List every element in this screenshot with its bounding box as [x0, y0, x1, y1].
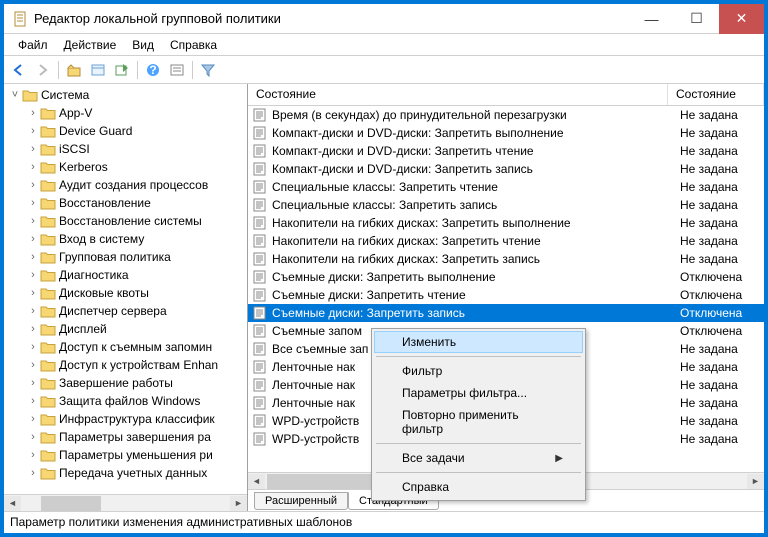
- options-button[interactable]: [166, 59, 188, 81]
- list-row[interactable]: Накопители на гибких дисках: Запретить з…: [248, 250, 764, 268]
- export-button[interactable]: [111, 59, 133, 81]
- window-title: Редактор локальной групповой политики: [34, 11, 629, 26]
- tree-hscrollbar[interactable]: ◄►: [4, 494, 247, 511]
- tree-item[interactable]: ›iSCSI: [4, 140, 247, 158]
- tree-item[interactable]: ›Device Guard: [4, 122, 247, 140]
- tree-root[interactable]: ˅Система: [4, 86, 247, 104]
- list-row[interactable]: Специальные классы: Запретить чтениеНе з…: [248, 178, 764, 196]
- list-row[interactable]: Съемные диски: Запретить выполнениеОтклю…: [248, 268, 764, 286]
- tree-item[interactable]: ›Вход в систему: [4, 230, 247, 248]
- menu-separator: [376, 443, 581, 444]
- forward-button[interactable]: [32, 59, 54, 81]
- menu-file[interactable]: Файл: [10, 35, 56, 55]
- tree-panel: ˅Система›App-V›Device Guard›iSCSI›Kerber…: [4, 84, 248, 511]
- context-menu: Изменить ФильтрПараметры фильтра...Повтор…: [371, 328, 586, 501]
- tree-item[interactable]: ›Параметры уменьшения ри: [4, 446, 247, 464]
- tree-item[interactable]: ›Аудит создания процессов: [4, 176, 247, 194]
- tab-extended[interactable]: Расширенный: [254, 492, 348, 510]
- context-menu-item: Повторно применить фильтр: [374, 404, 583, 440]
- statusbar: Параметр политики изменения администрати…: [4, 511, 764, 533]
- tree[interactable]: ˅Система›App-V›Device Guard›iSCSI›Kerber…: [4, 84, 247, 494]
- list-row[interactable]: Специальные классы: Запретить записьНе з…: [248, 196, 764, 214]
- back-button[interactable]: [8, 59, 30, 81]
- list-row[interactable]: Накопители на гибких дисках: Запретить в…: [248, 214, 764, 232]
- tree-item[interactable]: ›Дисплей: [4, 320, 247, 338]
- menu-separator: [376, 356, 581, 357]
- tree-item[interactable]: ›Инфраструктура классифик: [4, 410, 247, 428]
- menu-help[interactable]: Справка: [162, 35, 225, 55]
- list-row[interactable]: Съемные диски: Запретить записьОтключена: [248, 304, 764, 322]
- tree-item[interactable]: ›Доступ к съемным запомин: [4, 338, 247, 356]
- menu-action[interactable]: Действие: [56, 35, 125, 55]
- tree-item[interactable]: ›Завершение работы: [4, 374, 247, 392]
- tree-item[interactable]: ›Восстановление системы: [4, 212, 247, 230]
- window-controls: — ☐ ✕: [629, 4, 764, 34]
- up-folder-button[interactable]: [63, 59, 85, 81]
- context-menu-item[interactable]: Фильтр: [374, 360, 583, 382]
- list-row[interactable]: Время (в секундах) до принудительной пер…: [248, 106, 764, 124]
- app-icon: [12, 11, 28, 27]
- menu-view[interactable]: Вид: [124, 35, 162, 55]
- list-row[interactable]: Компакт-диски и DVD-диски: Запретить чте…: [248, 142, 764, 160]
- list-header: Состояние Состояние: [248, 84, 764, 106]
- properties-button[interactable]: [87, 59, 109, 81]
- tree-item[interactable]: ›Восстановление: [4, 194, 247, 212]
- menubar: Файл Действие Вид Справка: [4, 34, 764, 56]
- list-row[interactable]: Съемные диски: Запретить чтениеОтключена: [248, 286, 764, 304]
- tree-item[interactable]: ›Защита файлов Windows: [4, 392, 247, 410]
- close-button[interactable]: ✕: [719, 4, 764, 34]
- maximize-button[interactable]: ☐: [674, 4, 719, 34]
- tree-item[interactable]: ›Kerberos: [4, 158, 247, 176]
- minimize-button[interactable]: —: [629, 4, 674, 34]
- col-name[interactable]: Состояние: [248, 84, 668, 105]
- tree-item[interactable]: ›Параметры завершения ра: [4, 428, 247, 446]
- titlebar: Редактор локальной групповой политики — …: [4, 4, 764, 34]
- context-menu-item[interactable]: Все задачи▶: [374, 447, 583, 469]
- tree-item[interactable]: ›App-V: [4, 104, 247, 122]
- filter-button[interactable]: [197, 59, 219, 81]
- list-row[interactable]: Компакт-диски и DVD-диски: Запретить зап…: [248, 160, 764, 178]
- tree-item[interactable]: ›Дисковые квоты: [4, 284, 247, 302]
- tree-item[interactable]: ›Диагностика: [4, 266, 247, 284]
- svg-text:?: ?: [149, 63, 156, 77]
- tree-item[interactable]: ›Групповая политика: [4, 248, 247, 266]
- tree-item[interactable]: ›Доступ к устройствам Enhan: [4, 356, 247, 374]
- list-row[interactable]: Накопители на гибких дисках: Запретить ч…: [248, 232, 764, 250]
- tree-item[interactable]: ›Диспетчер сервера: [4, 302, 247, 320]
- tree-item[interactable]: ›Передача учетных данных: [4, 464, 247, 482]
- context-menu-item[interactable]: Изменить: [374, 331, 583, 353]
- help-button[interactable]: ?: [142, 59, 164, 81]
- context-menu-item[interactable]: Параметры фильтра...: [374, 382, 583, 404]
- list-row[interactable]: Компакт-диски и DVD-диски: Запретить вып…: [248, 124, 764, 142]
- context-menu-item[interactable]: Справка: [374, 476, 583, 498]
- col-state[interactable]: Состояние: [668, 84, 764, 105]
- toolbar: ?: [4, 56, 764, 84]
- menu-separator: [376, 472, 581, 473]
